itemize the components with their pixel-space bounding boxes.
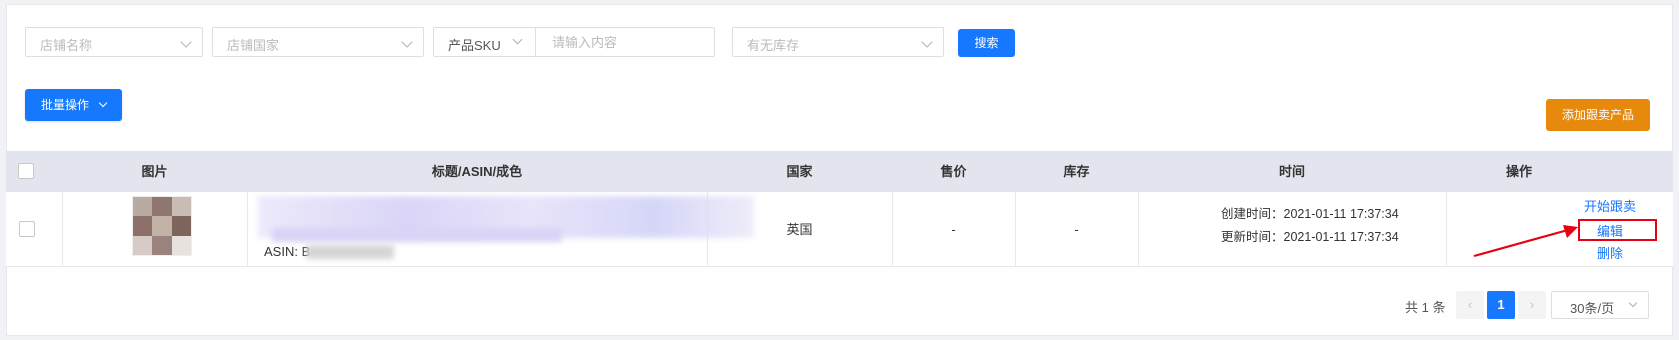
search-button[interactable]: 搜索 xyxy=(958,29,1015,57)
select-all-checkbox[interactable] xyxy=(18,163,34,179)
column-header-country: 国家 xyxy=(786,164,813,179)
column-header-stock: 库存 xyxy=(1063,164,1090,179)
column-header-actions: 操作 xyxy=(1505,164,1532,179)
product-thumbnail xyxy=(132,196,192,256)
page-size-label: 30条/页 xyxy=(1570,301,1615,316)
page-number[interactable]: 1 xyxy=(1487,291,1515,319)
next-page-button[interactable]: › xyxy=(1518,291,1546,319)
table-header: 图片 标题/ASIN/成色 国家 售价 库存 时间 操作 xyxy=(6,151,1673,192)
row-checkbox[interactable] xyxy=(19,221,35,237)
chevron-down-icon xyxy=(401,36,413,48)
stock-select[interactable]: 有无库存 xyxy=(732,27,944,57)
stock-cell: - xyxy=(1074,222,1079,237)
chevron-down-icon xyxy=(1628,298,1638,308)
chevron-down-icon xyxy=(921,36,933,48)
store-name-select[interactable]: 店铺名称 xyxy=(25,27,203,57)
column-header-time: 时间 xyxy=(1278,164,1305,179)
highlight-box xyxy=(1578,219,1657,241)
start-follow-link[interactable]: 开始跟卖 xyxy=(1570,196,1650,215)
batch-operation-button[interactable]: 批量操作 xyxy=(25,89,122,121)
country-cell: 英国 xyxy=(786,222,813,237)
store-country-select[interactable]: 店铺国家 xyxy=(212,27,424,57)
asin-label: ASIN: B xyxy=(264,244,311,259)
add-listing-button[interactable]: 添加跟卖产品 xyxy=(1546,99,1650,131)
created-time: 创建时间：2021-01-11 17:37:34 xyxy=(1221,207,1399,221)
prev-page-button[interactable]: ‹ xyxy=(1456,291,1484,319)
batch-operation-label: 批量操作 xyxy=(41,98,90,112)
column-header-title: 标题/ASIN/成色 xyxy=(431,164,523,179)
updated-time: 更新时间：2021-01-11 17:37:34 xyxy=(1221,230,1399,244)
pagination-total: 共 1 条 xyxy=(1405,300,1446,315)
chevron-down-icon xyxy=(98,98,108,108)
keyword-input[interactable] xyxy=(537,28,713,56)
column-divider xyxy=(247,192,248,267)
sku-type-select[interactable]: 产品SKU xyxy=(434,28,536,56)
price-cell: - xyxy=(951,222,956,237)
page-size-select[interactable]: 30条/页 xyxy=(1551,291,1649,319)
stock-placeholder: 有无库存 xyxy=(747,38,800,53)
redacted-title-line xyxy=(272,228,562,242)
arrow-annotation-icon xyxy=(1473,225,1578,258)
chevron-down-icon xyxy=(512,34,523,45)
store-name-placeholder: 店铺名称 xyxy=(40,38,93,53)
chevron-down-icon xyxy=(180,36,192,48)
delete-link[interactable]: 删除 xyxy=(1570,243,1650,262)
redacted-asin xyxy=(306,245,394,259)
store-country-placeholder: 店铺国家 xyxy=(227,38,280,53)
column-header-price: 售价 xyxy=(940,164,967,179)
column-divider xyxy=(62,192,63,267)
sku-type-label: 产品SKU xyxy=(448,38,501,53)
column-divider xyxy=(1446,192,1447,267)
column-header-image: 图片 xyxy=(141,164,168,179)
sku-search-group: 产品SKU xyxy=(433,27,715,57)
column-divider xyxy=(1138,192,1139,267)
